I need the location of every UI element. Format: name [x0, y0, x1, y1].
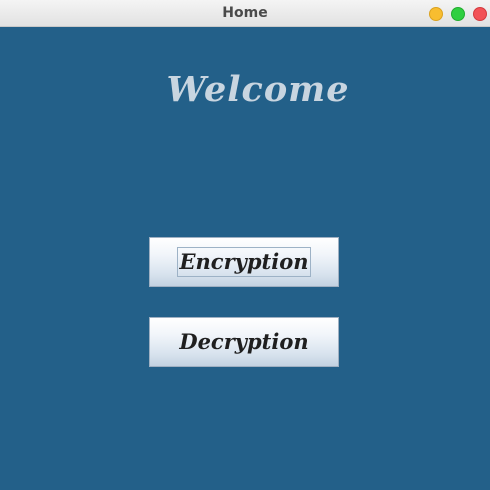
- maximize-icon[interactable]: [451, 7, 465, 21]
- encryption-button[interactable]: Encryption: [149, 237, 339, 287]
- close-icon[interactable]: [473, 7, 487, 21]
- title-bar[interactable]: Home: [0, 0, 490, 27]
- window-title: Home: [222, 5, 268, 21]
- decryption-button[interactable]: Decryption: [149, 317, 339, 367]
- decryption-button-label: Decryption: [179, 329, 309, 354]
- home-window: Home Welcome Encryption Decryption: [0, 0, 490, 490]
- encryption-button-label: Encryption: [176, 247, 312, 277]
- minimize-icon[interactable]: [429, 7, 443, 21]
- welcome-heading: Welcome: [166, 69, 350, 110]
